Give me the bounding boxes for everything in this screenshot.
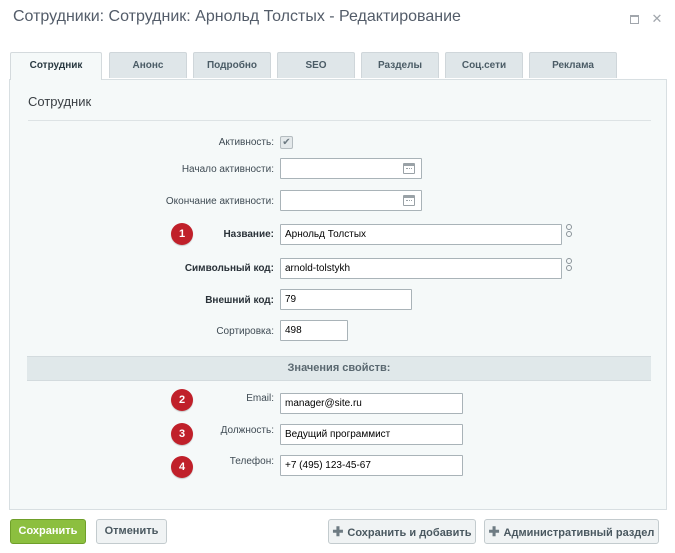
properties-header: Значения свойств:	[27, 356, 651, 381]
position-label: Должность:	[220, 425, 274, 436]
active-to-label: Окончание активности:	[165, 196, 274, 207]
section-title: Сотрудник	[28, 94, 92, 109]
name-label: Название:	[223, 229, 274, 240]
tab-sections[interactable]: Разделы	[361, 52, 439, 78]
tab-details[interactable]: Подробно	[193, 52, 271, 78]
external-code-label: Внешний код:	[205, 295, 274, 306]
plus-icon: ✚	[332, 524, 344, 539]
callout-badge-4: 4	[171, 456, 193, 478]
sort-label: Сортировка:	[216, 326, 274, 337]
tab-employee[interactable]: Сотрудник	[10, 52, 102, 80]
external-code-input[interactable]: 79	[280, 289, 412, 310]
active-from-label: Начало активности:	[181, 164, 274, 175]
window-title: Сотрудники: Сотрудник: Арнольд Толстых -…	[13, 8, 461, 25]
transliteration-link-icon[interactable]	[565, 224, 573, 244]
email-label: Email:	[246, 393, 274, 404]
active-checkbox[interactable]: ✔	[280, 136, 293, 149]
active-to-input[interactable]	[280, 190, 422, 211]
section-divider	[28, 120, 651, 121]
callout-badge-2: 2	[171, 389, 193, 411]
save-and-add-label: Сохранить и добавить	[347, 527, 472, 539]
active-label: Активность:	[218, 137, 274, 148]
tab-advertising[interactable]: Реклама	[529, 52, 617, 78]
callout-badge-1: 1	[171, 223, 193, 245]
calendar-icon[interactable]	[403, 163, 415, 174]
plus-icon: ✚	[488, 524, 500, 539]
tab-social[interactable]: Соц.сети	[445, 52, 523, 78]
active-from-input[interactable]	[280, 158, 422, 179]
calendar-icon[interactable]	[403, 195, 415, 206]
phone-input[interactable]: +7 (495) 123-45-67	[280, 455, 463, 476]
symbolic-code-label: Символьный код:	[184, 263, 274, 274]
position-input[interactable]: Ведущий программист	[280, 424, 463, 445]
name-input[interactable]: Арнольд Толстых	[280, 224, 562, 245]
phone-label: Телефон:	[229, 456, 274, 467]
tab-seo[interactable]: SEO	[277, 52, 355, 78]
admin-section-label: Административный раздел	[503, 527, 655, 539]
cancel-button[interactable]: Отменить	[96, 519, 167, 544]
properties-header-text: Значения свойств:	[287, 362, 391, 374]
title-bar: Сотрудники: Сотрудник: Арнольд Толстых -…	[0, 0, 675, 36]
save-and-add-button[interactable]: ✚ Сохранить и добавить	[328, 519, 476, 544]
email-input[interactable]: manager@site.ru	[280, 393, 463, 414]
transliteration-link-icon[interactable]	[565, 258, 573, 278]
sort-input[interactable]: 498	[280, 320, 348, 341]
maximize-icon[interactable]	[627, 12, 641, 26]
save-button[interactable]: Сохранить	[10, 519, 86, 544]
close-icon[interactable]: ✕	[650, 12, 664, 26]
tab-announcement[interactable]: Анонс	[109, 52, 187, 78]
admin-section-button[interactable]: ✚ Административный раздел	[484, 519, 659, 544]
symbolic-code-input[interactable]: arnold-tolstykh	[280, 258, 562, 279]
callout-badge-3: 3	[171, 423, 193, 445]
